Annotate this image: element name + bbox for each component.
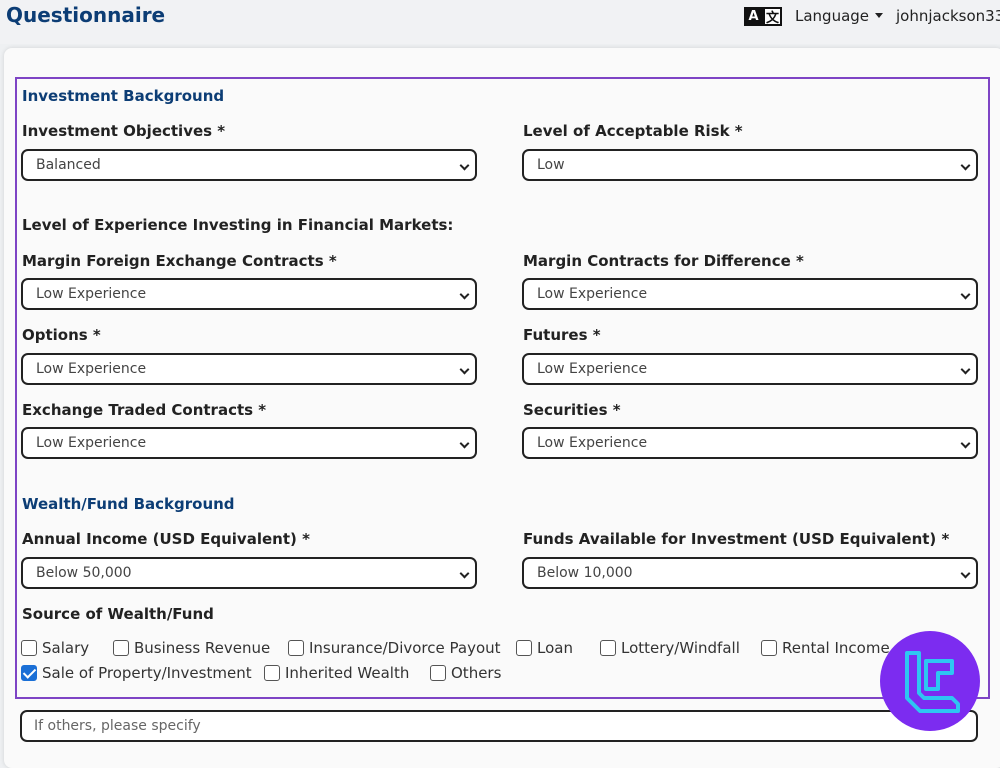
margin-fx-select[interactable]: Low Experience bbox=[21, 278, 477, 310]
funds-available-select[interactable]: Below 10,000 bbox=[522, 557, 978, 589]
checkbox-inherited-wealth[interactable] bbox=[264, 665, 280, 681]
checkbox-label-insurance-divorce: Insurance/Divorce Payout bbox=[309, 639, 501, 657]
chevron-down-icon bbox=[459, 364, 470, 375]
checkbox-rental-income[interactable] bbox=[761, 640, 777, 656]
checkbox-label-lottery-windfall: Lottery/Windfall bbox=[621, 639, 740, 657]
options-value: Low Experience bbox=[36, 361, 147, 377]
checkbox-salary[interactable] bbox=[21, 640, 37, 656]
other-source-placeholder: If others, please specify bbox=[34, 718, 201, 734]
checkbox-loan[interactable] bbox=[516, 640, 532, 656]
caret-down-icon bbox=[875, 13, 884, 18]
checkbox-label-loan: Loan bbox=[537, 639, 573, 657]
margin-cfd-select[interactable]: Low Experience bbox=[522, 278, 978, 310]
options-label: Options * bbox=[22, 326, 101, 344]
investment-objectives-label: Investment Objectives * bbox=[22, 122, 226, 140]
exchange-traded-value: Low Experience bbox=[36, 435, 147, 451]
translate-icon-latin: A bbox=[744, 7, 763, 26]
section-title-wealth: Wealth/Fund Background bbox=[22, 495, 235, 513]
chevron-down-icon bbox=[960, 568, 971, 579]
translate-icon[interactable]: A 文 bbox=[744, 7, 782, 26]
source-of-wealth-label: Source of Wealth/Fund bbox=[22, 605, 214, 623]
investment-objectives-value: Balanced bbox=[36, 157, 101, 173]
exchange-traded-select[interactable]: Low Experience bbox=[21, 427, 477, 459]
user-menu[interactable]: johnjackson33 bbox=[896, 7, 1000, 25]
annual-income-select[interactable]: Below 50,000 bbox=[21, 557, 477, 589]
securities-value: Low Experience bbox=[537, 435, 648, 451]
checkbox-others[interactable] bbox=[430, 665, 446, 681]
chevron-down-icon bbox=[459, 160, 470, 171]
acceptable-risk-select[interactable]: Low bbox=[522, 149, 978, 181]
checkbox-label-salary: Salary bbox=[42, 639, 90, 657]
chevron-down-icon bbox=[960, 289, 971, 300]
funds-available-label: Funds Available for Investment (USD Equi… bbox=[523, 530, 950, 548]
checkbox-label-others: Others bbox=[451, 664, 502, 682]
chevron-down-icon bbox=[960, 364, 971, 375]
experience-heading: Level of Experience Investing in Financi… bbox=[22, 216, 454, 234]
page-title: Questionnaire bbox=[6, 3, 166, 27]
checkbox-sale-of-property[interactable] bbox=[21, 665, 37, 681]
futures-value: Low Experience bbox=[537, 361, 648, 377]
margin-cfd-label: Margin Contracts for Difference * bbox=[523, 252, 804, 270]
brand-logo-icon bbox=[905, 651, 960, 713]
section-title-investment: Investment Background bbox=[22, 87, 225, 105]
checkbox-lottery-windfall[interactable] bbox=[600, 640, 616, 656]
checkbox-insurance-divorce[interactable] bbox=[288, 640, 304, 656]
checkbox-label-rental-income: Rental Income bbox=[782, 639, 890, 657]
language-label: Language bbox=[795, 7, 870, 25]
margin-cfd-value: Low Experience bbox=[537, 286, 648, 302]
annual-income-value: Below 50,000 bbox=[36, 565, 132, 581]
chevron-down-icon bbox=[459, 568, 470, 579]
annual-income-label: Annual Income (USD Equivalent) * bbox=[22, 530, 310, 548]
margin-fx-value: Low Experience bbox=[36, 286, 147, 302]
chevron-down-icon bbox=[960, 438, 971, 449]
language-dropdown[interactable]: Language bbox=[795, 7, 884, 25]
top-bar: Questionnaire A 文 Language johnjackson33 bbox=[0, 0, 1000, 44]
futures-label: Futures * bbox=[523, 326, 601, 344]
other-source-input[interactable]: If others, please specify bbox=[20, 710, 978, 742]
securities-label: Securities * bbox=[523, 401, 621, 419]
checkbox-business-revenue[interactable] bbox=[113, 640, 129, 656]
securities-select[interactable]: Low Experience bbox=[522, 427, 978, 459]
checkbox-label-business-revenue: Business Revenue bbox=[134, 639, 271, 657]
acceptable-risk-label: Level of Acceptable Risk * bbox=[523, 122, 743, 140]
checkbox-label-sale-of-property: Sale of Property/Investment bbox=[42, 664, 252, 682]
chevron-down-icon bbox=[459, 289, 470, 300]
futures-select[interactable]: Low Experience bbox=[522, 353, 978, 385]
chevron-down-icon bbox=[459, 438, 470, 449]
funds-available-value: Below 10,000 bbox=[537, 565, 633, 581]
checkbox-label-inherited-wealth: Inherited Wealth bbox=[285, 664, 410, 682]
chevron-down-icon bbox=[960, 160, 971, 171]
brand-logo-badge bbox=[880, 631, 980, 731]
acceptable-risk-value: Low bbox=[537, 157, 565, 173]
investment-objectives-select[interactable]: Balanced bbox=[21, 149, 477, 181]
options-select[interactable]: Low Experience bbox=[21, 353, 477, 385]
translate-icon-cjk: 文 bbox=[763, 7, 782, 26]
exchange-traded-label: Exchange Traded Contracts * bbox=[22, 401, 267, 419]
margin-fx-label: Margin Foreign Exchange Contracts * bbox=[22, 252, 337, 270]
